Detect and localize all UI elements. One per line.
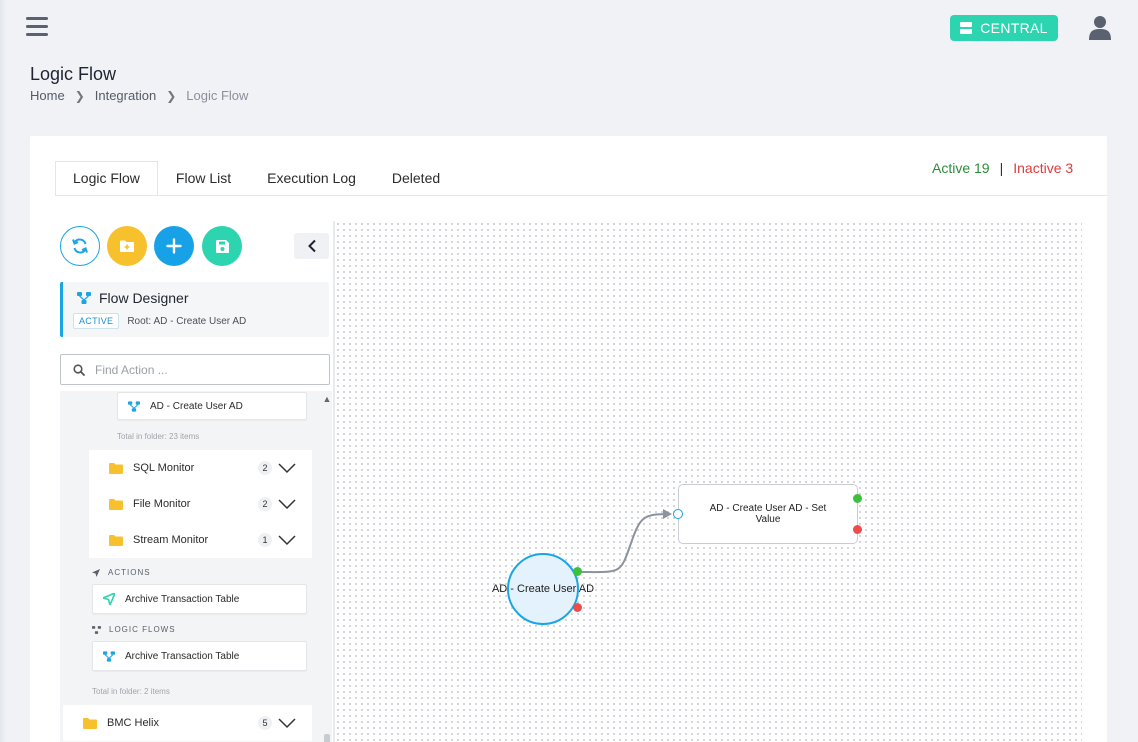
start-node-success-port[interactable]	[573, 567, 582, 576]
folder-icon	[109, 462, 123, 474]
add-flow-button[interactable]	[154, 226, 194, 266]
folder-name: SQL Monitor	[133, 462, 195, 474]
folder-total: Total in folder: 2 items	[92, 687, 170, 696]
flow-designer-title: Flow Designer	[99, 290, 189, 306]
folder-stream-monitor[interactable]: Stream Monitor 1	[89, 522, 312, 558]
find-action-search[interactable]	[60, 354, 330, 385]
tree-scrollbar[interactable]: ▲	[322, 394, 332, 742]
tree-item-flow[interactable]: AD - Create User AD	[117, 392, 307, 420]
server-icon	[960, 22, 973, 34]
folder-count: 1	[258, 533, 272, 547]
action-item[interactable]: Archive Transaction Table	[92, 584, 307, 614]
start-node-error-port[interactable]	[573, 603, 582, 612]
folder-total: Total in folder: 23 items	[117, 432, 200, 441]
active-count: Active 19	[932, 160, 990, 176]
tab-bar: Logic Flow Flow List Execution Log Delet…	[55, 161, 458, 196]
scroll-thumb[interactable]	[324, 734, 330, 742]
plus-icon	[166, 238, 182, 254]
tab-logic-flow[interactable]: Logic Flow	[55, 161, 158, 196]
main-card: Logic Flow Flow List Execution Log Delet…	[30, 136, 1107, 742]
flow-canvas[interactable]	[335, 221, 1082, 742]
flow-designer-title-row: Flow Designer	[77, 290, 188, 306]
flow-icon	[77, 292, 91, 304]
hamburger-icon[interactable]	[26, 17, 48, 37]
set-value-node[interactable]: AD - Create User AD - Set Value	[678, 484, 858, 544]
left-edge-shadow	[0, 0, 6, 742]
tab-execution-log[interactable]: Execution Log	[249, 161, 374, 196]
flow-icon	[128, 400, 140, 412]
tree-item-label: AD - Create User AD	[150, 400, 243, 412]
status-badge: ACTIVE	[73, 313, 120, 329]
send-icon	[92, 568, 100, 577]
central-button-label: CENTRAL	[980, 20, 1048, 36]
search-input[interactable]	[95, 362, 315, 377]
save-button[interactable]	[202, 226, 242, 266]
set-value-node-input-port[interactable]	[673, 509, 683, 519]
flow-status: Active 19 | Inactive 3	[932, 160, 1073, 176]
chevron-down-icon[interactable]	[276, 461, 298, 475]
central-button[interactable]: CENTRAL	[950, 15, 1058, 41]
save-icon	[215, 239, 229, 253]
folder-name: BMC Helix	[107, 717, 159, 729]
flow-designer-panel: Flow Designer ACTIVE Root: AD - Create U…	[60, 282, 329, 337]
folder-sql-monitor[interactable]: SQL Monitor 2	[89, 450, 312, 486]
actions-label: ACTIONS	[108, 568, 151, 577]
page-title: Logic Flow	[30, 64, 117, 84]
logic-flows-label: LOGIC FLOWS	[109, 625, 176, 634]
chevron-right-icon: ❯	[74, 88, 85, 103]
set-value-node-error-port[interactable]	[853, 525, 862, 534]
refresh-icon	[72, 238, 88, 254]
collapse-sidebar-button[interactable]	[294, 233, 329, 259]
folder-icon	[83, 717, 97, 729]
chevron-left-icon	[307, 239, 316, 253]
logic-flow-item[interactable]: Archive Transaction Table	[92, 641, 307, 671]
flow-icon	[92, 625, 101, 634]
search-icon	[73, 363, 85, 376]
chevron-down-icon[interactable]	[276, 497, 298, 511]
root-label: Root: AD - Create User AD	[127, 315, 247, 327]
send-icon	[103, 593, 115, 605]
chevron-down-icon[interactable]	[276, 716, 298, 730]
folder-plus-icon	[120, 240, 134, 252]
tab-deleted[interactable]: Deleted	[374, 161, 458, 196]
breadcrumb-current: Logic Flow	[186, 88, 249, 103]
logic-flow-item-label: Archive Transaction Table	[125, 650, 240, 662]
refresh-button[interactable]	[60, 226, 100, 266]
folder-name: Stream Monitor	[133, 534, 209, 546]
folder-count: 2	[258, 461, 272, 475]
scroll-up-icon[interactable]: ▲	[322, 394, 332, 404]
breadcrumb-home[interactable]: Home	[30, 88, 65, 103]
inactive-count: Inactive 3	[1013, 160, 1074, 176]
start-node-label: AD - Create User AD	[491, 583, 595, 595]
folder-name: File Monitor	[133, 498, 191, 510]
breadcrumb-integration[interactable]: Integration	[95, 88, 156, 103]
folder-count: 5	[258, 716, 272, 730]
actions-section: ACTIONS	[92, 568, 151, 577]
folder-bmc-helix[interactable]: BMC Helix 5	[63, 705, 312, 741]
folder-icon	[109, 534, 123, 546]
add-folder-button[interactable]	[107, 226, 147, 266]
set-value-node-label: AD - Create User AD - Set Value	[709, 503, 827, 525]
status-separator: |	[999, 160, 1004, 176]
folder-icon	[109, 498, 123, 510]
breadcrumb: Home ❯ Integration ❯ Logic Flow	[30, 88, 248, 103]
flow-designer-meta: ACTIVE Root: AD - Create User AD	[73, 313, 246, 329]
logic-flows-section: LOGIC FLOWS	[92, 625, 176, 634]
flow-icon	[103, 650, 115, 662]
tab-flow-list[interactable]: Flow List	[158, 161, 249, 196]
folder-file-monitor[interactable]: File Monitor 2	[89, 486, 312, 522]
chevron-right-icon: ❯	[166, 88, 177, 103]
action-tree: AD - Create User AD Total in folder: 23 …	[60, 391, 332, 742]
tab-divider	[55, 195, 1107, 196]
user-icon[interactable]	[1089, 15, 1111, 41]
action-item-label: Archive Transaction Table	[125, 593, 240, 605]
set-value-node-success-port[interactable]	[853, 494, 862, 503]
chevron-down-icon[interactable]	[276, 533, 298, 547]
folder-count: 2	[258, 497, 272, 511]
